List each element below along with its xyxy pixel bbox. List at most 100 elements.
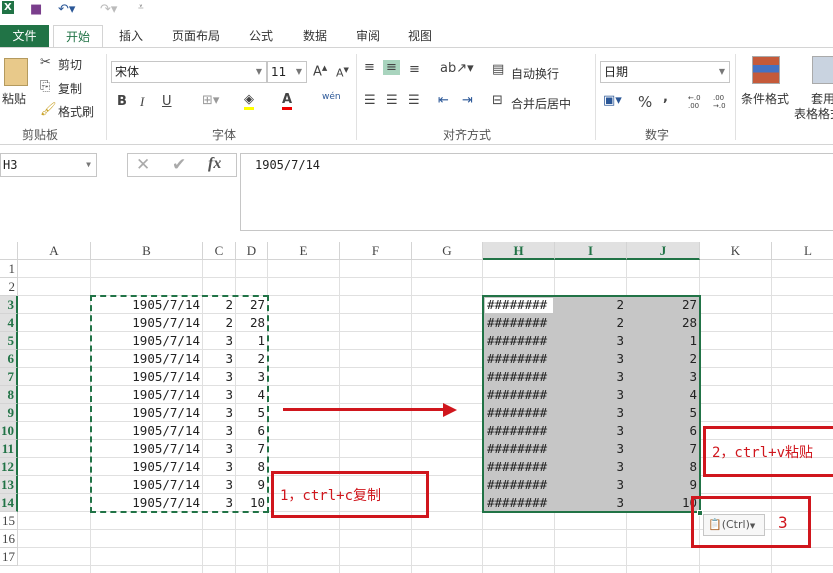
font-name-select[interactable]: 宋体 ▼: [111, 61, 267, 83]
format-painter-button[interactable]: 格式刷: [58, 103, 94, 120]
ribbon: 粘贴 ✂ 剪切 ⎘ 复制 🖌 格式刷 剪贴板 宋体 ▼ 11 ▼ A▲ A▼ B I…: [0, 47, 833, 145]
percent-button[interactable]: %: [638, 93, 652, 111]
decrease-decimal-button[interactable]: .00 →.0: [713, 94, 731, 110]
tab-data[interactable]: 数据: [294, 25, 336, 47]
number-format-value: 日期: [604, 65, 629, 79]
row-header-1[interactable]: 1: [0, 260, 18, 278]
row-header-3[interactable]: 3: [0, 296, 18, 314]
cancel-icon[interactable]: ✕: [136, 155, 150, 175]
save-icon[interactable]: ■: [30, 2, 42, 17]
paste-button[interactable]: 粘贴: [2, 56, 32, 116]
group-label-alignment: 对齐方式: [443, 128, 492, 142]
column-header-L[interactable]: L: [772, 242, 833, 260]
merge-center-button[interactable]: 合并后居中: [511, 95, 571, 112]
fill-color-icon[interactable]: ◈: [244, 92, 254, 110]
orientation-icon[interactable]: ab↗▾: [440, 61, 474, 76]
align-left-icon[interactable]: ☰: [364, 93, 376, 108]
font-size-select[interactable]: 11 ▼: [267, 61, 307, 83]
tab-insert[interactable]: 插入: [108, 25, 154, 47]
tab-review[interactable]: 审阅: [347, 25, 389, 47]
column-header-G[interactable]: G: [412, 242, 483, 260]
row-header-2[interactable]: 2: [0, 278, 18, 296]
column-header-D[interactable]: D: [236, 242, 268, 260]
select-all-corner[interactable]: [0, 242, 18, 260]
tab-home[interactable]: 开始: [53, 25, 103, 48]
align-top-icon[interactable]: ≡: [364, 60, 375, 75]
increase-decimal-button[interactable]: ←.0 .00: [688, 94, 706, 110]
group-label-font: 字体: [212, 128, 237, 142]
group-label-number: 数字: [645, 128, 670, 142]
column-header-J[interactable]: J: [627, 242, 700, 260]
row-header-15[interactable]: 15: [0, 512, 18, 530]
row-header-6[interactable]: 6: [0, 350, 18, 368]
align-middle-icon[interactable]: ≡: [383, 60, 400, 75]
column-header-F[interactable]: F: [340, 242, 412, 260]
column-header-C[interactable]: C: [203, 242, 236, 260]
comma-button[interactable]: ,: [663, 90, 668, 105]
tab-view[interactable]: 视图: [399, 25, 441, 47]
group-label-clipboard: 剪贴板: [22, 128, 59, 142]
row-header-5[interactable]: 5: [0, 332, 18, 350]
column-header-B[interactable]: B: [91, 242, 203, 260]
row-header-13[interactable]: 13: [0, 476, 18, 494]
scissors-icon: ✂: [40, 55, 51, 70]
merge-icon: ⊟: [492, 93, 503, 108]
copy-icon: ⎘: [40, 79, 51, 94]
formula-buttons: ✕ ✔ fx: [127, 153, 237, 177]
phonetic-icon[interactable]: wén: [322, 92, 341, 102]
italic-button[interactable]: I: [140, 94, 144, 110]
redo-icon[interactable]: ↷▾: [100, 2, 117, 17]
enter-icon[interactable]: ✔: [172, 155, 186, 175]
column-header-H[interactable]: H: [483, 242, 555, 260]
increase-indent-icon[interactable]: ⇥: [462, 93, 473, 108]
formula-input[interactable]: 1905/7/14: [240, 153, 833, 231]
paste-label: 粘贴: [2, 92, 27, 106]
border-icon[interactable]: ⊞▾: [202, 93, 219, 108]
bold-button[interactable]: B: [117, 94, 127, 109]
name-box[interactable]: H3 ▼: [0, 153, 97, 177]
column-header-K[interactable]: K: [700, 242, 772, 260]
row-header-7[interactable]: 7: [0, 368, 18, 386]
row-header-8[interactable]: 8: [0, 386, 18, 404]
row-header-14[interactable]: 14: [0, 494, 18, 512]
brush-icon: 🖌: [40, 102, 57, 117]
copy-marquee: [90, 295, 269, 513]
row-header-9[interactable]: 9: [0, 404, 18, 422]
align-center-icon[interactable]: ☰: [386, 93, 398, 108]
wrap-text-button[interactable]: 自动换行: [511, 65, 559, 82]
arrow-head-icon: [443, 403, 457, 417]
tab-file[interactable]: 文件: [0, 25, 49, 47]
font-name-value: 宋体: [115, 65, 140, 79]
table-format-line2[interactable]: 表格格式: [794, 105, 833, 122]
row-header-11[interactable]: 11: [0, 440, 18, 458]
number-format-select[interactable]: 日期 ▼: [600, 61, 730, 83]
cut-button[interactable]: 剪切: [58, 56, 82, 73]
underline-button[interactable]: U: [162, 94, 172, 109]
customize-icon[interactable]: ⩡: [138, 2, 144, 13]
shrink-font-icon[interactable]: A▼: [336, 66, 349, 80]
column-header-E[interactable]: E: [268, 242, 340, 260]
clipboard-icon: 📋: [708, 518, 722, 531]
undo-icon[interactable]: ↶▾: [58, 2, 75, 17]
grow-font-icon[interactable]: A▲: [313, 64, 327, 79]
column-header-A[interactable]: A: [18, 242, 91, 260]
insert-function-icon[interactable]: fx: [208, 155, 221, 173]
decrease-indent-icon[interactable]: ⇤: [438, 93, 449, 108]
row-header-12[interactable]: 12: [0, 458, 18, 476]
align-right-icon[interactable]: ☰: [408, 93, 420, 108]
row-header-17[interactable]: 17: [0, 548, 18, 566]
tab-formulas[interactable]: 公式: [240, 25, 282, 47]
align-bottom-icon[interactable]: ≡: [409, 62, 420, 77]
conditional-format-button[interactable]: 条件格式: [741, 90, 789, 107]
currency-icon[interactable]: ▣▾: [603, 93, 622, 108]
copy-button[interactable]: 复制: [58, 80, 82, 97]
tab-page-layout[interactable]: 页面布局: [165, 25, 227, 47]
paste-options-button[interactable]: 📋(Ctrl)▼: [703, 514, 765, 536]
column-header-I[interactable]: I: [555, 242, 627, 260]
row-header-4[interactable]: 4: [0, 314, 18, 332]
row-header-10[interactable]: 10: [0, 422, 18, 440]
row-header-16[interactable]: 16: [0, 530, 18, 548]
annotation-step2: 2，ctrl+v粘贴: [703, 426, 833, 477]
font-color-icon[interactable]: A: [282, 92, 293, 110]
paste-options-label: (Ctrl): [721, 518, 750, 531]
